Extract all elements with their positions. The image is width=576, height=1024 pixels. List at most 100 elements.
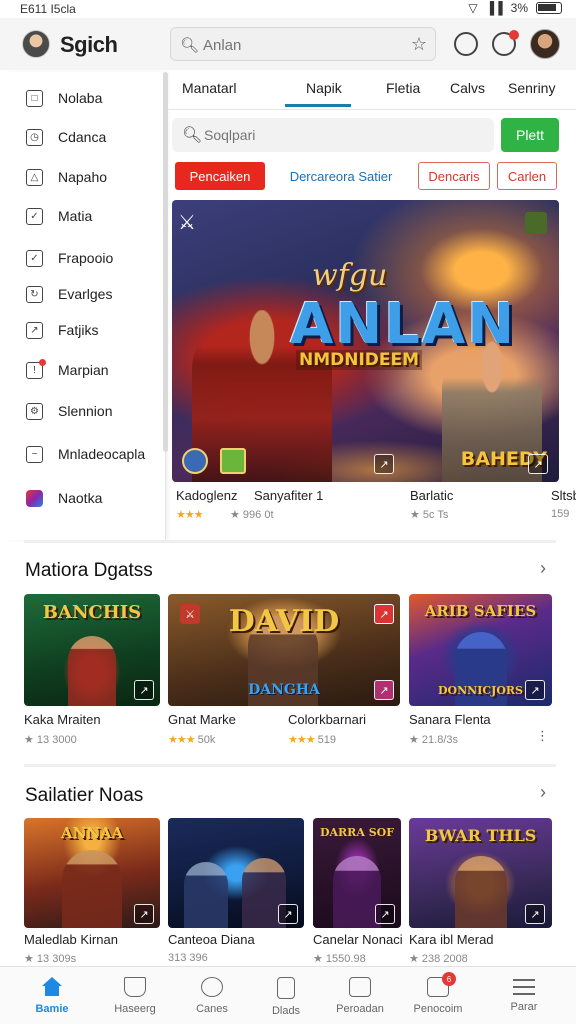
chevron-right-icon[interactable]: › bbox=[540, 558, 546, 579]
rating-text: 50k bbox=[197, 734, 216, 746]
game-title[interactable]: Canelar Nonaci bbox=[313, 932, 403, 947]
hero-card-title[interactable]: Sltsb bbox=[551, 488, 576, 503]
bottom-navigation: Bamie Haseerg Canes Dlads Peroadan 6 Pen… bbox=[0, 966, 576, 1024]
drawer-item-6[interactable]: ↻ Evarlges bbox=[6, 277, 166, 311]
nav-label: Haseerg bbox=[114, 1003, 156, 1015]
drawer-item-11[interactable]: Naotka bbox=[6, 481, 166, 515]
tile-character-art bbox=[184, 862, 228, 928]
shop-icon bbox=[124, 977, 146, 997]
game-tile[interactable]: BANCHIS ↗ bbox=[24, 594, 160, 706]
status-bar: E611 I5cla ▽ ▐▐ 3% bbox=[0, 0, 576, 18]
settings-icon: ⚙ bbox=[26, 402, 43, 420]
section-title: Sailatier Noas bbox=[25, 785, 144, 806]
game-tile[interactable]: ARIB SAFIES DONNICJORS ↗ bbox=[409, 594, 552, 706]
refresh-icon[interactable] bbox=[454, 32, 478, 56]
search-submit-button[interactable]: Plett bbox=[501, 118, 559, 152]
user-avatar[interactable] bbox=[530, 29, 560, 59]
tile-expand-icon[interactable]: ↗ bbox=[375, 904, 395, 924]
drawer-item-2[interactable]: ◷ Cdanca bbox=[6, 120, 166, 154]
nav-cards[interactable]: Dlads bbox=[246, 967, 326, 1024]
hero-card-title[interactable]: Barlatic bbox=[410, 488, 453, 503]
nav-chat[interactable]: Peroadan bbox=[320, 967, 400, 1024]
game-title[interactable]: Maledlab Kirnan bbox=[24, 932, 118, 947]
drawer-item-8[interactable]: ! Marpian bbox=[6, 353, 166, 387]
hero-mini-icon-2[interactable] bbox=[220, 448, 246, 474]
side-drawer: □ Nolaba ◷ Cdanca △ Napaho ✓ Matia ✓ Frapooio… bbox=[6, 72, 166, 540]
tile-art-title: DAVID bbox=[228, 604, 340, 639]
tile-expand-icon[interactable]: ↗ bbox=[525, 680, 545, 700]
app-logo-avatar[interactable] bbox=[22, 30, 50, 58]
clock-icon: ◷ bbox=[26, 128, 43, 146]
game-title[interactable]: Sanara Flenta bbox=[409, 712, 491, 727]
game-tile[interactable]: ↗ bbox=[168, 818, 304, 928]
game-title[interactable]: Gnat Marke bbox=[168, 712, 236, 727]
drawer-item-9[interactable]: ⚙ Slennion bbox=[6, 394, 166, 428]
filter-chip-3[interactable]: Dencaris bbox=[418, 162, 490, 190]
tab-2[interactable]: Napik bbox=[306, 80, 342, 96]
chevron-right-icon[interactable]: › bbox=[540, 782, 546, 803]
menu-icon bbox=[513, 979, 535, 995]
game-title[interactable]: Kara ibl Merad bbox=[409, 932, 494, 947]
app-header: Sgich 🔍︎ ☆ bbox=[0, 18, 576, 70]
nav-games[interactable]: Canes bbox=[172, 967, 252, 1024]
hero-mini-icon-1[interactable] bbox=[182, 448, 208, 474]
drawer-item-1[interactable]: □ Nolaba bbox=[6, 81, 166, 115]
nav-badge: 6 bbox=[442, 972, 456, 986]
content-search-bar[interactable]: 🔍︎ bbox=[172, 118, 494, 152]
nav-notifications[interactable]: 6 Penocoim bbox=[398, 967, 478, 1024]
hero-expand-icon[interactable]: ↗ bbox=[374, 454, 394, 474]
drawer-item-7[interactable]: ↗ Fatjiks bbox=[6, 313, 166, 347]
game-tile[interactable]: ANNAA ↗ bbox=[24, 818, 160, 928]
minus-icon: − bbox=[26, 445, 43, 463]
filter-chip-4[interactable]: Carlen bbox=[497, 162, 557, 190]
game-tile[interactable]: DAVID DANGHA ⚔ ↗ ↗ bbox=[168, 594, 400, 706]
game-tile[interactable]: DARRA SOF ↗ bbox=[313, 818, 401, 928]
tile-expand-icon[interactable]: ↗ bbox=[134, 904, 154, 924]
hero-card-title[interactable]: Sanyafiter 1 bbox=[254, 488, 323, 503]
hero-card-title[interactable]: Kadoglenz bbox=[176, 488, 237, 503]
game-title[interactable]: Canteoa Diana bbox=[168, 932, 255, 947]
sword-icon: ⚔ bbox=[180, 604, 200, 624]
nav-label: Peroadan bbox=[336, 1003, 384, 1015]
filter-chip-2[interactable]: Dercareora Satier bbox=[278, 162, 404, 190]
nav-home[interactable]: Bamie bbox=[12, 967, 92, 1024]
drawer-item-label: Naotka bbox=[58, 490, 103, 506]
hero-share-icon[interactable]: ↗ bbox=[528, 454, 548, 474]
tab-3[interactable]: Fletia bbox=[386, 80, 420, 96]
tile-expand-icon[interactable]: ↗ bbox=[278, 904, 298, 924]
drawer-item-10[interactable]: − Mnladeocapla bbox=[6, 437, 166, 471]
nav-menu[interactable]: Parar bbox=[484, 967, 564, 1024]
drawer-item-5[interactable]: ✓ Frapooio bbox=[6, 241, 166, 275]
hero-banner[interactable]: ⚔ wfgu ANLAN NMDNIDEEM ↗ BAHEDY ↗ bbox=[172, 200, 559, 482]
tile-art-title: DARRA SOF bbox=[319, 826, 395, 839]
header-search-bar[interactable]: 🔍︎ ☆ bbox=[170, 27, 436, 61]
hero-corner-icon bbox=[525, 212, 547, 234]
tab-1[interactable]: Manatarl bbox=[182, 80, 236, 96]
tile-expand-icon[interactable]: ↗ bbox=[374, 680, 394, 700]
active-tab-indicator bbox=[285, 104, 351, 107]
tile-expand-icon[interactable]: ↗ bbox=[134, 680, 154, 700]
search-circle-icon bbox=[201, 977, 223, 997]
tab-4[interactable]: Calvs bbox=[450, 80, 485, 96]
tab-5[interactable]: Senriny bbox=[508, 80, 555, 96]
rating-text: 996 0t bbox=[242, 509, 274, 521]
drawer-scrollbar[interactable] bbox=[163, 72, 168, 452]
filter-chip-1[interactable]: Pencaiken bbox=[175, 162, 265, 190]
tile-tag-icon: ↗ bbox=[374, 604, 394, 624]
hero-card-rating: ★★★ bbox=[176, 508, 204, 521]
more-options-icon[interactable]: ⋮ bbox=[536, 728, 549, 744]
content-search-input[interactable] bbox=[204, 124, 404, 146]
card-icon bbox=[277, 977, 295, 999]
drawer-item-4[interactable]: ✓ Matia bbox=[6, 199, 166, 233]
status-time: E611 I5cla bbox=[20, 2, 76, 16]
game-tile[interactable]: BWAR THLS ↗ bbox=[409, 818, 552, 928]
header-search-input[interactable] bbox=[203, 34, 373, 56]
notification-icon[interactable] bbox=[492, 30, 519, 56]
star-icon[interactable]: ☆ bbox=[411, 34, 427, 55]
nav-shop[interactable]: Haseerg bbox=[95, 967, 175, 1024]
tile-expand-icon[interactable]: ↗ bbox=[525, 904, 545, 924]
game-title[interactable]: Kaka Mraiten bbox=[24, 712, 101, 727]
triangle-icon: △ bbox=[26, 168, 43, 186]
game-title[interactable]: Colorkbarnari bbox=[288, 712, 366, 727]
drawer-item-3[interactable]: △ Napaho bbox=[6, 160, 166, 194]
